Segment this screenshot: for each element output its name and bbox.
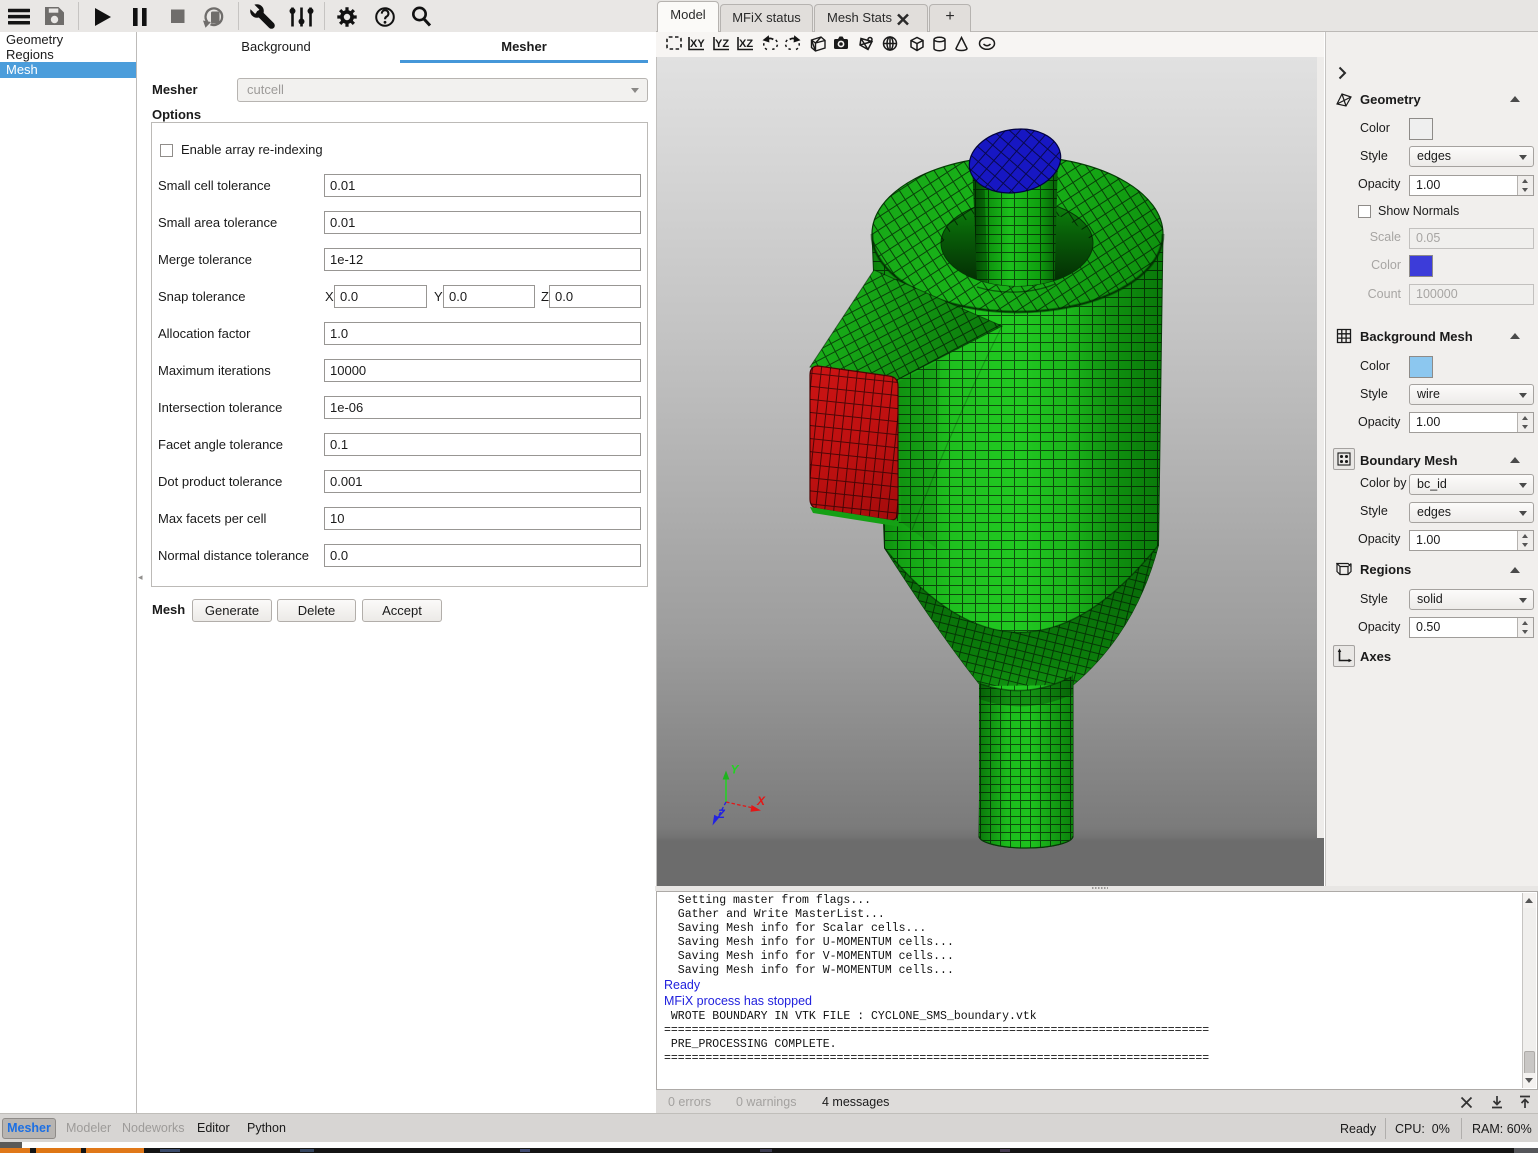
svg-text:X: X bbox=[756, 794, 766, 808]
svg-text:XZ: XZ bbox=[739, 38, 753, 50]
svg-text:Z: Z bbox=[717, 807, 726, 821]
svg-text:XY: XY bbox=[690, 38, 705, 50]
svg-text:Y: Y bbox=[731, 763, 740, 777]
svg-text:YZ: YZ bbox=[715, 38, 729, 50]
